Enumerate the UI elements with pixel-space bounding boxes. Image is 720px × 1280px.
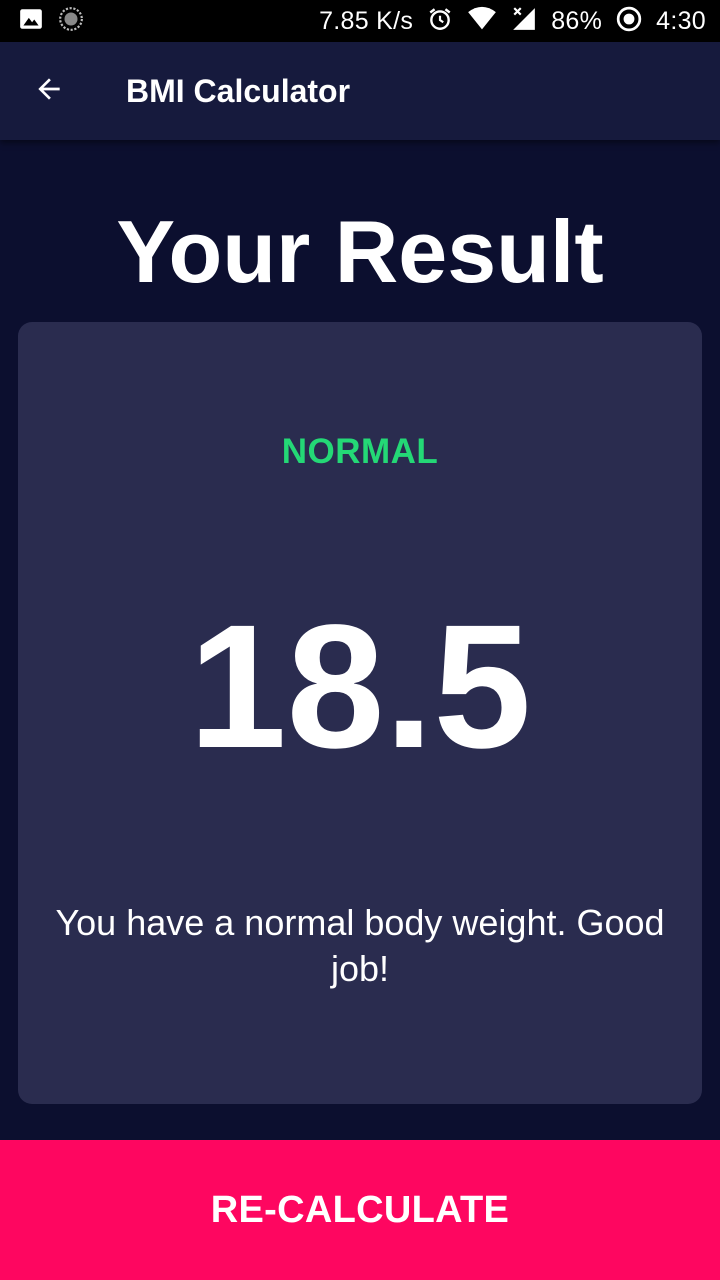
bmi-interpretation: You have a normal body weight. Good job! [55,902,665,989]
arrow-back-icon [33,73,65,110]
bmi-value: 18.5 [188,589,532,785]
result-card: NORMAL 18.5 You have a normal body weigh… [18,322,702,1104]
status-bar-right: 7.85 K/s 86% 4:30 [319,6,706,37]
bmi-status-label: NORMAL [281,432,439,471]
app-title: BMI Calculator [126,72,351,109]
recalculate-button-label: RE-CALCULATE [210,1188,510,1231]
back-button[interactable] [0,42,98,140]
battery-percent: 86% [551,6,603,35]
status-bar: 7.85 K/s 86% 4:30 [0,0,720,42]
recalculate-button[interactable]: RE-CALCULATE [0,1140,720,1280]
battery-icon [616,6,642,37]
image-icon [18,6,44,37]
alarm-icon [427,6,453,37]
network-speed: 7.85 K/s [319,6,414,35]
page-title: Your Result [116,202,604,301]
wifi-icon [467,6,497,37]
signal-icon [511,6,537,37]
clock: 4:30 [656,6,706,35]
status-bar-left [18,6,84,37]
app-bar: BMI Calculator [0,42,720,140]
sync-circle-icon [58,6,84,37]
